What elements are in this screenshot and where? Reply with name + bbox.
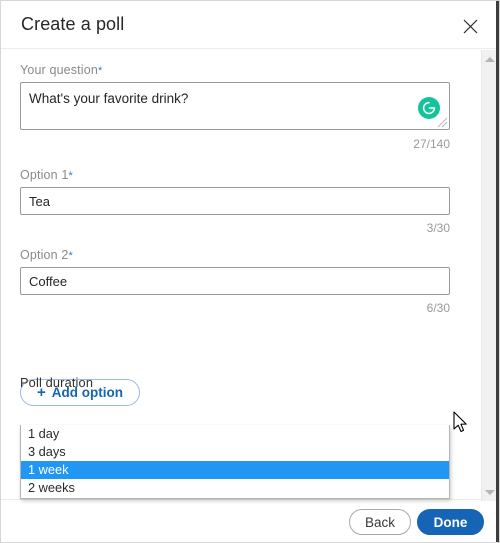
option1-counter: 3/30	[426, 221, 450, 235]
option2-field-group: Option 2* 6/30	[20, 248, 450, 315]
required-asterisk: *	[68, 250, 73, 262]
window-edge	[496, 1, 499, 542]
question-label: Your question*	[20, 63, 103, 77]
duration-label: Poll duration	[20, 375, 94, 390]
dropdown-option-2-weeks[interactable]: 2 weeks	[21, 479, 449, 497]
required-asterisk: *	[97, 65, 103, 77]
option1-label: Option 1*	[20, 168, 73, 182]
required-asterisk: *	[68, 170, 73, 182]
dropdown-option-3-days[interactable]: 3 days	[21, 443, 449, 461]
page-title: Create a poll	[21, 14, 125, 34]
back-button[interactable]: Back	[349, 509, 411, 535]
duration-field-group: Poll duration	[20, 375, 450, 395]
question-value: What's your favorite drink?	[29, 91, 189, 106]
option1-input[interactable]	[20, 187, 450, 215]
scrollbar-thumb[interactable]	[483, 68, 497, 483]
dialog-header: Create a poll	[1, 1, 499, 49]
question-input[interactable]: What's your favorite drink?	[20, 82, 450, 130]
resize-handle-icon[interactable]	[436, 116, 448, 128]
option2-input[interactable]	[20, 267, 450, 295]
chevron-up-icon	[485, 56, 495, 62]
option1-field-group: Option 1* 3/30	[20, 168, 450, 235]
create-poll-dialog: Create a poll Your question* What's your…	[0, 0, 500, 543]
question-counter: 27/140	[413, 137, 450, 151]
option2-counter: 6/30	[426, 301, 450, 315]
close-icon[interactable]	[457, 13, 483, 39]
grammarly-icon[interactable]	[418, 97, 440, 119]
dialog-footer: Back Done	[1, 499, 499, 542]
dropdown-option-1-day[interactable]: 1 day	[21, 425, 449, 443]
dropdown-option-1-week[interactable]: 1 week	[21, 461, 449, 479]
poll-duration-dropdown: 1 day 3 days 1 week 2 weeks	[20, 425, 450, 499]
option2-label: Option 2*	[20, 248, 73, 262]
chevron-down-icon	[485, 489, 495, 495]
question-field-group: Your question* What's your favorite drin…	[20, 63, 450, 151]
done-button[interactable]: Done	[417, 509, 484, 535]
